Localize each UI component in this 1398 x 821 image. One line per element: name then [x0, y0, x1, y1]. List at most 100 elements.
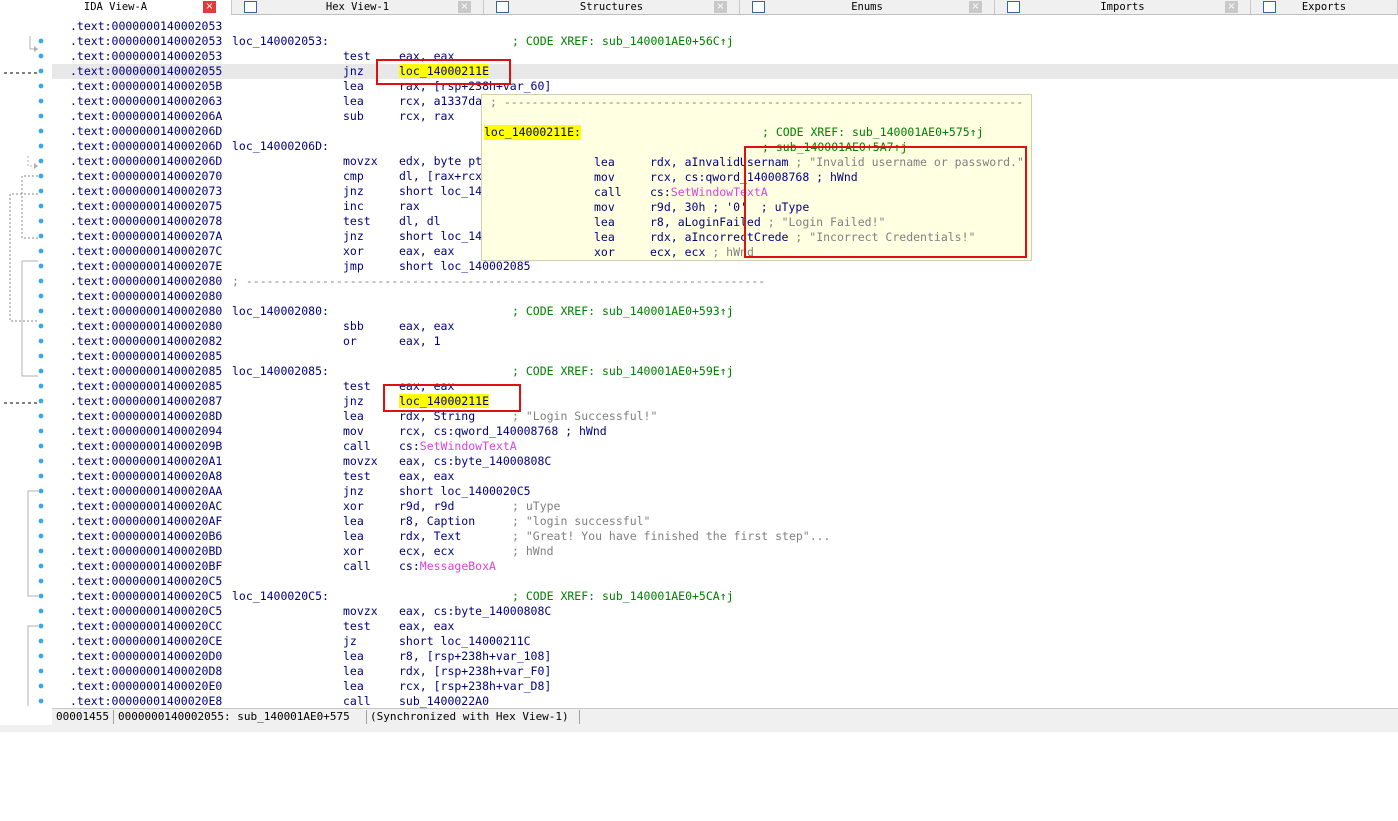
- asm-line[interactable]: .text:00000001400020A1 movzx eax, cs:byte_…: [52, 454, 1398, 469]
- asm-line[interactable]: .text:00000001400020AA jnz short loc_14000…: [52, 484, 1398, 499]
- asm-line[interactable]: .text:0000000140002080 sbb eax, eax: [52, 319, 1398, 334]
- operand: rcx, a1337da: [399, 94, 482, 109]
- bottom-strip: [0, 725, 1398, 732]
- close-icon[interactable]: ×: [714, 1, 727, 13]
- structures-icon: [496, 1, 509, 13]
- asm-line[interactable]: .text:0000000140002082 or eax, 1: [52, 334, 1398, 349]
- operand-text: rcx, cs:qword_140008768 ; hWnd: [399, 424, 607, 438]
- code-label: loc_140002085:: [232, 364, 329, 378]
- tab-enums[interactable]: Enums ×: [740, 0, 995, 15]
- asm-line[interactable]: .text:00000001400020B6 lea rdx, Text ; "Gre…: [52, 529, 1398, 544]
- address: .text:000000014000208D: [70, 409, 223, 423]
- mnemonic: xor: [343, 499, 364, 513]
- code-xref-comment: ; CODE XREF: sub_140001AE0+59E↑j: [512, 364, 734, 378]
- operand-text: rax: [399, 199, 420, 213]
- asm-line[interactable]: .text:00000001400020E0 lea rcx, [rsp+238h+…: [52, 679, 1398, 694]
- mnemonic: lea: [343, 649, 364, 663]
- tab-structures[interactable]: Structures ×: [484, 0, 740, 15]
- asm-line[interactable]: .text:0000000140002085 loc_140002085: ; CO…: [52, 364, 1398, 379]
- asm-line[interactable]: .text:00000001400020C5 movzx eax, cs:byte_…: [52, 604, 1398, 619]
- asm-line[interactable]: .text:0000000140002053: [52, 19, 1398, 34]
- close-icon[interactable]: ×: [203, 1, 216, 13]
- mnemonic: movzx: [343, 604, 378, 618]
- status-bar: 00001455 0000000140002055: sub_140001AE0…: [52, 708, 1398, 725]
- asm-line[interactable]: .text:0000000140002085: [52, 349, 1398, 364]
- mnemonic: call: [343, 559, 371, 573]
- asm-line[interactable]: .text:0000000140002080: [52, 289, 1398, 304]
- asm-line[interactable]: .text:000000014000209B call cs:SetWindowTe…: [52, 439, 1398, 454]
- operand-text: eax, cs:byte_14000808C: [399, 454, 552, 468]
- operand: eax, eax: [399, 469, 454, 484]
- asm-line[interactable]: .text:0000000140002053 loc_140002053: ; CO…: [52, 34, 1398, 49]
- code-label: loc_140002080:: [232, 304, 329, 318]
- tab-exports[interactable]: Exports: [1251, 0, 1398, 15]
- close-icon[interactable]: ×: [1225, 1, 1238, 13]
- tab-imports[interactable]: Imports ×: [995, 0, 1251, 15]
- asm-line[interactable]: .text:00000001400020AC xor r9d, r9d ; uType: [52, 499, 1398, 514]
- asm-line[interactable]: .text:00000001400020E8 call sub_1400022A0: [52, 694, 1398, 709]
- mnemonic: call: [343, 694, 371, 708]
- address: .text:00000001400020C5: [70, 604, 223, 618]
- address: .text:0000000140002080: [70, 289, 223, 303]
- operand: short loc_14: [399, 184, 482, 199]
- operand-text: dl, [rax+rcx: [399, 169, 483, 183]
- asm-line[interactable]: .text:0000000140002080 ; ----------------…: [52, 274, 1398, 289]
- asm-line[interactable]: .text:00000001400020CC test eax, eax: [52, 619, 1398, 634]
- asm-line[interactable]: .text:000000014000208D lea rdx, String; "L…: [52, 409, 1398, 424]
- asm-line[interactable]: .text:0000000140002055 jnz loc_14000211E: [52, 64, 1398, 79]
- asm-line[interactable]: .text:0000000140002080 loc_140002080: ; CO…: [52, 304, 1398, 319]
- asm-line[interactable]: .text:0000000140002053 test eax, eax: [52, 49, 1398, 64]
- asm-line[interactable]: .text:000000014000207E jmp short loc_14000…: [52, 259, 1398, 274]
- breakpoint-dot: [38, 563, 44, 569]
- status-offset: 00001455: [56, 710, 109, 723]
- asm-line[interactable]: .text:00000001400020BD xor ecx, ecx ; hWnd: [52, 544, 1398, 559]
- mnemonic: xor: [343, 244, 364, 258]
- mnemonic: jnz: [343, 394, 364, 408]
- asm-line[interactable]: .text:00000001400020C5: [52, 574, 1398, 589]
- asm-line[interactable]: .text:00000001400020C5 loc_1400020C5: ; CO…: [52, 589, 1398, 604]
- asm-line[interactable]: .text:0000000140002087 jnz loc_14000211E: [52, 394, 1398, 409]
- asm-line[interactable]: .text:00000001400020D8 lea rdx, [rsp+238h+…: [52, 664, 1398, 679]
- operand: rcx, cs:qword_140008768 ; hWnd: [399, 424, 607, 439]
- address: .text:0000000140002055: [70, 64, 223, 78]
- operand: rcx, [rsp+238h+var_D8]: [399, 679, 551, 694]
- mnemonic: lea: [343, 409, 364, 423]
- mnemonic: lea: [343, 79, 364, 93]
- asm-line[interactable]: .text:00000001400020D0 lea r8, [rsp+238h+v…: [52, 649, 1398, 664]
- operand: eax, 1: [399, 334, 441, 349]
- breakpoint-dot: [38, 623, 44, 629]
- operand: eax, eax: [399, 244, 454, 259]
- address: .text:00000001400020A8: [70, 469, 223, 483]
- address: .text:000000014000205B: [70, 79, 223, 93]
- operand: short loc_140002085: [399, 259, 531, 274]
- address: .text:000000014000206D: [70, 124, 223, 138]
- tab-hex-view-1[interactable]: Hex View-1 ×: [232, 0, 484, 15]
- breakpoint-dot: [38, 488, 44, 494]
- close-icon[interactable]: ×: [458, 1, 471, 13]
- separator-comment: ; --------------------------------------…: [490, 95, 1024, 109]
- mnemonic: jz: [343, 634, 357, 648]
- address: .text:00000001400020C5: [70, 574, 223, 588]
- mnemonic: sub: [343, 109, 364, 123]
- address: .text:00000001400020B6: [70, 529, 223, 543]
- breakpoint-dot: [38, 413, 44, 419]
- mnemonic: sbb: [343, 319, 364, 333]
- asm-line[interactable]: .text:00000001400020BF call cs:MessageBoxA: [52, 559, 1398, 574]
- asm-line[interactable]: .text:000000014000205B lea rax, [rsp+238h+…: [52, 79, 1398, 94]
- asm-line[interactable]: .text:0000000140002094 mov rcx, cs:qword_1…: [52, 424, 1398, 439]
- tab-ida-view-a[interactable]: IDA View-A ×: [0, 0, 232, 15]
- operand-text: rdx, Text: [399, 529, 462, 543]
- asm-line[interactable]: .text:0000000140002085 test eax, eax: [52, 379, 1398, 394]
- address: .text:00000001400020D0: [70, 649, 223, 663]
- close-icon[interactable]: ×: [969, 1, 982, 13]
- mnemonic: mov: [594, 200, 615, 214]
- address: .text:0000000140002075: [70, 199, 223, 213]
- asm-line[interactable]: .text:00000001400020CE jz short loc_140002…: [52, 634, 1398, 649]
- breakpoint-dot: [38, 173, 44, 179]
- mnemonic: lea: [343, 529, 364, 543]
- mnemonic: jnz: [343, 64, 364, 78]
- asm-line[interactable]: .text:00000001400020AF lea r8, Caption ; "l…: [52, 514, 1398, 529]
- operand: r8, Caption: [399, 514, 475, 529]
- asm-line[interactable]: .text:00000001400020A8 test eax, eax: [52, 469, 1398, 484]
- breakpoint-dot: [38, 53, 44, 59]
